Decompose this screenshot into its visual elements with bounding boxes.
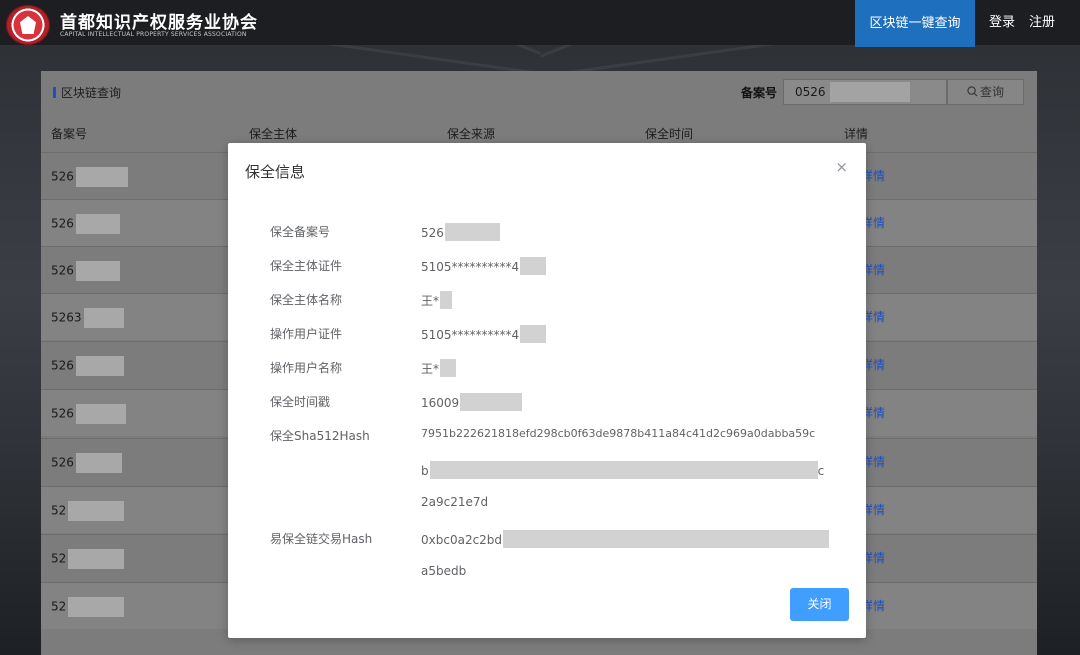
record-id: 52 [51,503,67,518]
field-value: 王* [421,359,457,377]
panel-title: 区块链查询 [53,84,121,101]
site-subtitle: CAPITAL INTELLECTUAL PROPERTY SERVICES A… [60,31,247,38]
field-value: 5105**********4 [421,325,547,343]
dialog-title: 保全信息 [245,163,306,181]
filter-label: 备案号 [741,86,778,100]
redacted-block [503,530,830,548]
redacted-block [75,167,128,187]
redacted-block [68,597,125,617]
sha512-hash-line: 2a9c21e7d [421,495,489,509]
redacted-block [460,393,523,411]
field-label: 操作用户证件 [270,327,343,341]
site-title: 首都知识产权服务业协会 [60,13,258,33]
field-value: 16009 [421,393,523,411]
column-header: 保全来源 [447,127,496,141]
sha512-hash-line: bc [421,461,824,479]
column-header: 详情 [844,127,869,141]
association-logo-icon [6,5,50,45]
record-id: 526 [51,263,74,278]
column-header: 备案号 [51,127,88,141]
redacted-block [83,308,124,328]
redacted-block [75,453,122,473]
field-value: 王* [421,291,453,309]
redacted-block [520,325,547,343]
query-button[interactable]: 查询 [947,79,1024,105]
sha512-hash-line: 7951b222621818efd298cb0f63de9878b411a84c… [421,427,816,440]
redacted-block [444,223,500,241]
record-id: 526 [51,455,74,470]
redacted-block [68,549,125,569]
register-link[interactable]: 注册 [1029,0,1055,45]
redacted-block [75,261,120,281]
record-id: 526 [51,169,74,184]
redacted-block [429,461,818,479]
site-header: 首都知识产权服务业协会 CAPITAL INTELLECTUAL PROPERT… [0,0,1080,47]
redacted-block [75,214,120,234]
record-id: 52 [51,551,67,566]
title-accent-bar [53,87,56,98]
field-label: 易保全链交易Hash [270,532,373,546]
column-header: 保全主体 [249,127,298,141]
field-label: 保全时间戳 [270,395,331,409]
redacted-block [440,291,453,309]
column-header: 保全时间 [645,127,694,141]
field-label: 保全Sha512Hash [270,429,370,443]
tx-hash-line: 0xbc0a2c2bd [421,530,830,548]
record-id: 52 [51,599,67,614]
redacted-block [75,356,124,376]
field-label: 保全备案号 [270,225,331,239]
redacted-block [75,404,126,424]
field-label: 操作用户名称 [270,361,343,375]
record-id: 526 [51,406,74,421]
field-value: 5105**********4 [421,257,547,275]
redacted-block [440,359,457,377]
nav-blockchain-query[interactable]: 区块链一键查询 [855,0,975,47]
record-id: 5263 [51,310,82,325]
record-id: 526 [51,358,74,373]
close-button[interactable]: 关闭 [790,588,849,621]
preservation-info-dialog: 保全信息 × 保全备案号 526 保全主体证件 5105**********4 … [228,143,866,638]
field-label: 保全主体名称 [270,293,343,307]
field-value: 526 [421,223,500,241]
redacted-block [520,257,547,275]
search-icon [967,86,978,97]
record-id: 526 [51,216,74,231]
tx-hash-line: a5bedb [421,564,467,578]
close-icon[interactable]: × [835,160,848,175]
login-link[interactable]: 登录 [989,0,1015,45]
redacted-block [830,82,910,102]
redacted-block [68,501,125,521]
field-label: 保全主体证件 [270,259,343,273]
